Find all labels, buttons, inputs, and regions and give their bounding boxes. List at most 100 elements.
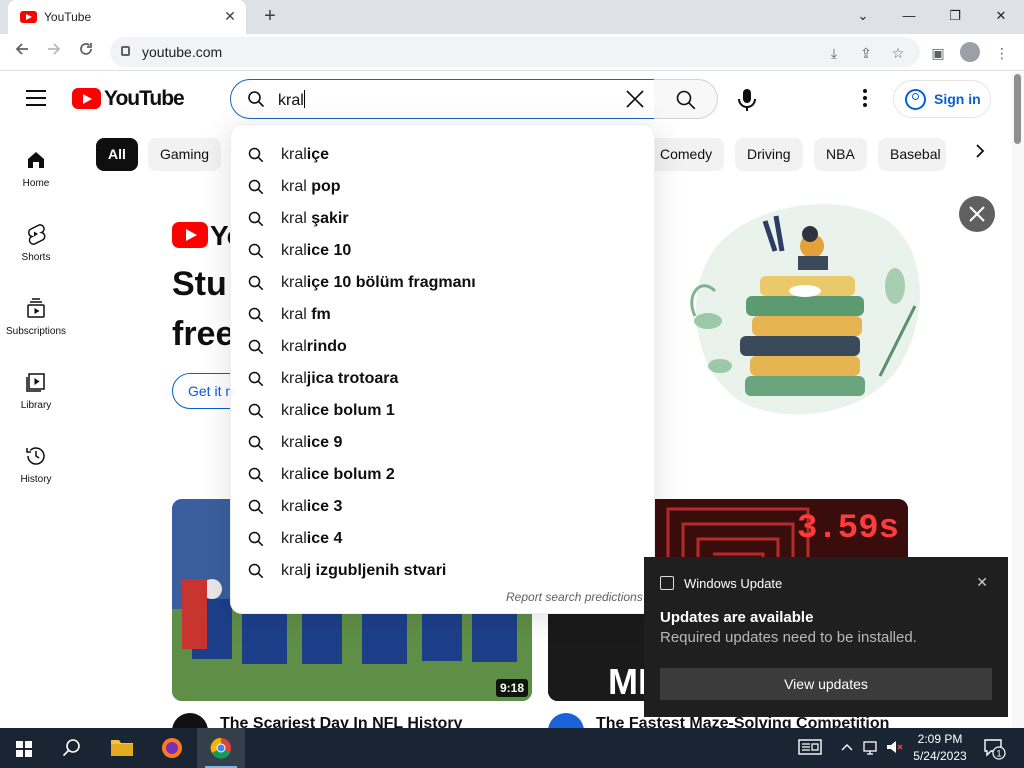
sidebar-item-home[interactable]: Home <box>0 128 72 202</box>
chrome-icon[interactable] <box>197 728 245 768</box>
search-input[interactable]: kral <box>230 79 655 119</box>
clear-search-icon[interactable] <box>622 86 648 112</box>
sidebar-item-history[interactable]: History <box>0 424 72 498</box>
action-center-icon[interactable]: 1 <box>982 736 1006 766</box>
search-icon <box>248 435 264 451</box>
suggestion-completion-part: ice bolum 1 <box>306 402 395 419</box>
taskbar-search-icon[interactable] <box>48 728 96 768</box>
suggestion-typed-part: kral <box>281 306 307 323</box>
search-suggestion[interactable]: kralice 4 <box>231 523 656 555</box>
toast-close-button[interactable]: ✕ <box>976 574 988 591</box>
tab-close-button[interactable]: ✕ <box>222 8 238 24</box>
page-scrollbar[interactable] <box>1012 72 1024 728</box>
promo-close-button[interactable] <box>959 196 995 232</box>
file-explorer-icon[interactable] <box>98 728 146 768</box>
search-suggestion[interactable]: kralrindo <box>231 331 656 363</box>
chip-driving[interactable]: Driving <box>735 138 803 171</box>
suggestion-text: kraljica trotoara <box>281 370 398 388</box>
share-icon[interactable]: ⇪ <box>856 43 876 63</box>
browser-tab[interactable]: YouTube ✕ <box>8 0 246 34</box>
suggestion-text: kralice bolum 1 <box>281 402 395 420</box>
suggestion-typed-part: kral <box>281 146 307 163</box>
search-icon <box>248 563 264 579</box>
network-icon[interactable] <box>862 738 882 762</box>
suggestion-completion-part: ice 4 <box>306 530 343 547</box>
window-close-button[interactable]: ✕ <box>990 6 1012 26</box>
search-suggestion[interactable]: kral pop <box>231 171 656 203</box>
reload-icon[interactable] <box>74 41 98 63</box>
back-icon[interactable] <box>10 41 34 63</box>
suggestion-typed-part: kral <box>281 338 307 355</box>
taskbar-clock[interactable]: 2:09 PM 5/24/2023 <box>905 731 975 765</box>
scrollbar-thumb[interactable] <box>1014 74 1021 144</box>
tab-search-button[interactable]: ⌄ <box>852 6 874 26</box>
sidebar-item-library[interactable]: Library <box>0 350 72 424</box>
restore-button[interactable]: ❐ <box>944 6 966 26</box>
search-icon <box>248 211 264 227</box>
search-suggestion[interactable]: kralice bolum 2 <box>231 459 656 491</box>
chevron-right-icon[interactable] <box>966 140 994 168</box>
search-suggestion[interactable]: kralice bolum 1 <box>231 395 656 427</box>
subscriptions-icon <box>27 298 45 318</box>
suggestion-text: kralice bolum 2 <box>281 466 395 484</box>
search-suggestion[interactable]: kralice 10 <box>231 235 656 267</box>
search-icon <box>248 531 264 547</box>
browser-menu-icon[interactable]: ⋮ <box>992 43 1012 63</box>
search-suggestion[interactable]: kraliçe 10 bölüm fragmanı <box>231 267 656 299</box>
suggestion-text: kralice 4 <box>281 530 342 548</box>
account-icon <box>905 89 926 110</box>
search-suggestion[interactable]: kralj izgubljenih stvari <box>231 555 656 587</box>
suggestion-completion-part: fm <box>306 306 331 323</box>
suggestion-completion-part: j izgubljenih stvari <box>306 562 447 579</box>
search-icon <box>248 275 264 291</box>
suggestion-text: kral şakir <box>281 210 349 228</box>
search-suggestion[interactable]: kraljica trotoara <box>231 363 656 395</box>
suggestion-completion-part: içe 10 bölüm fragmanı <box>306 274 476 291</box>
minimize-button[interactable]: — <box>898 6 920 26</box>
thumbnail-timer-text: 3.59s <box>797 510 899 548</box>
search-query-text: kral <box>278 92 304 109</box>
search-suggestion[interactable]: kralice 3 <box>231 491 656 523</box>
search-suggestion[interactable]: kraliçe <box>231 139 656 171</box>
chip-all[interactable]: All <box>96 138 138 171</box>
settings-more-icon[interactable] <box>856 89 874 111</box>
search-suggestion[interactable]: kral şakir <box>231 203 656 235</box>
sidebar-item-shorts[interactable]: Shorts <box>0 202 72 276</box>
promo-headline-line1: Stu <box>172 265 227 303</box>
side-panel-icon[interactable]: ▣ <box>928 43 948 63</box>
suggestion-completion-part: pop <box>306 178 341 195</box>
chevron-up-icon[interactable] <box>840 738 854 762</box>
chip-nba[interactable]: NBA <box>814 138 867 171</box>
search-suggestion[interactable]: kralice 9 <box>231 427 656 459</box>
forward-icon[interactable] <box>42 41 66 63</box>
windows-start-icon[interactable] <box>0 728 48 768</box>
profile-avatar-icon[interactable] <box>960 42 980 62</box>
view-updates-button[interactable]: View updates <box>660 668 992 700</box>
sidebar-item-label: Home <box>22 178 50 189</box>
news-widget-icon[interactable] <box>798 738 822 762</box>
new-tab-button[interactable]: + <box>258 5 282 29</box>
volume-muted-icon[interactable] <box>885 738 905 762</box>
search-icon <box>248 91 265 108</box>
toast-heading: Updates are available <box>660 609 814 626</box>
history-icon <box>26 447 45 465</box>
microphone-icon[interactable] <box>733 86 761 114</box>
install-app-icon[interactable]: ⤓ <box>824 43 844 63</box>
chip-baseball[interactable]: Basebal <box>878 138 946 171</box>
address-bar[interactable]: youtube.com ⤓ ⇪ ☆ <box>110 37 920 67</box>
suggestion-completion-part: şakir <box>306 210 349 227</box>
menu-hamburger-icon[interactable] <box>26 90 46 106</box>
suggestion-completion-part: ice bolum 2 <box>306 466 395 483</box>
chip-gaming[interactable]: Gaming <box>148 138 222 171</box>
search-icon <box>676 90 696 110</box>
firefox-icon[interactable] <box>148 728 196 768</box>
sidebar-item-label: Library <box>20 400 52 411</box>
sign-in-button[interactable]: Sign in <box>893 80 991 118</box>
search-icon <box>248 243 264 259</box>
sidebar-item-subscriptions[interactable]: Subscriptions <box>0 276 72 350</box>
chip-comedy[interactable]: Comedy <box>648 138 725 171</box>
search-button[interactable] <box>654 79 718 119</box>
bookmark-star-icon[interactable]: ☆ <box>888 43 908 63</box>
search-suggestion[interactable]: kral fm <box>231 299 656 331</box>
sign-in-label: Sign in <box>934 91 981 107</box>
